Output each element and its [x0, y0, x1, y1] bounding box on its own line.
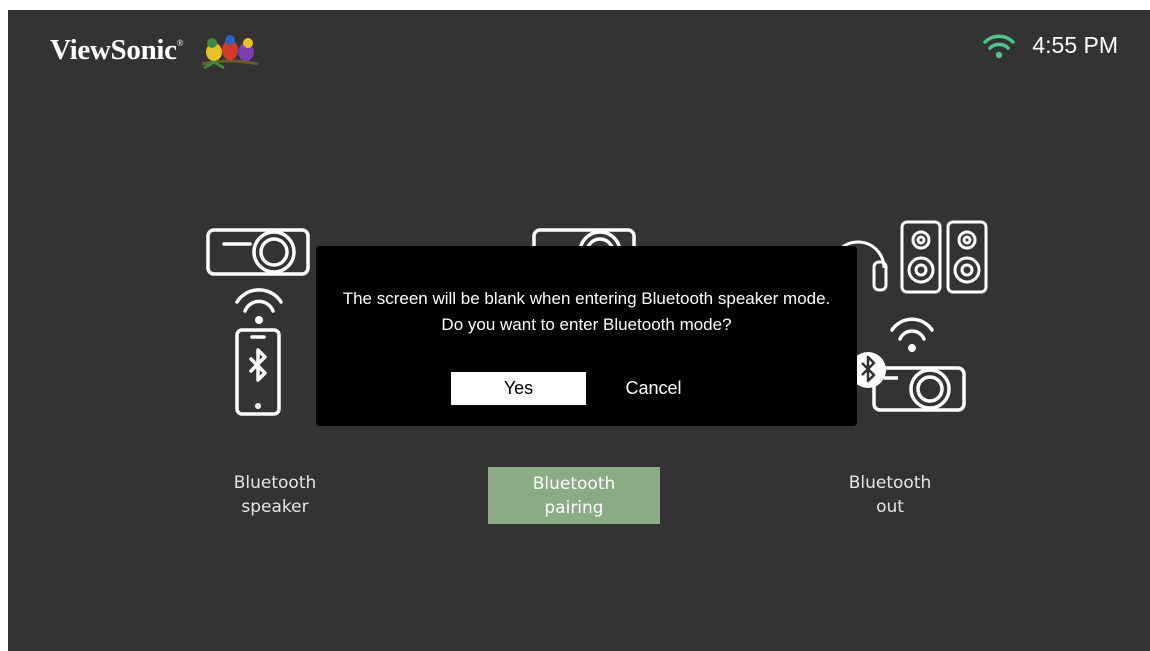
confirm-dialog: The screen will be blank when entering B… — [316, 246, 857, 426]
status-bar: 4:55 PM — [982, 32, 1118, 59]
viewsonic-logo: ViewSonic® — [50, 34, 184, 66]
dialog-message: The screen will be blank when entering B… — [316, 286, 857, 338]
cancel-button[interactable]: Cancel — [586, 372, 721, 405]
option-bluetooth-pairing[interactable]: Bluetooth pairing — [488, 467, 660, 524]
birds-logo-icon — [201, 35, 259, 70]
yes-button[interactable]: Yes — [451, 372, 586, 405]
projector-screen: ViewSonic® 4:55 PM Bluetooth speaker Blu… — [8, 10, 1150, 651]
option-bluetooth-out[interactable]: Bluetooth out — [804, 466, 976, 523]
dialog-message-line-2: Do you want to enter Bluetooth mode? — [441, 315, 732, 334]
option-bluetooth-speaker[interactable]: Bluetooth speaker — [189, 466, 361, 523]
wifi-icon — [983, 34, 1016, 58]
clock: 4:55 PM — [1032, 32, 1118, 58]
dialog-message-line-1: The screen will be blank when entering B… — [342, 289, 831, 308]
phone-to-projector-icon — [206, 228, 310, 416]
